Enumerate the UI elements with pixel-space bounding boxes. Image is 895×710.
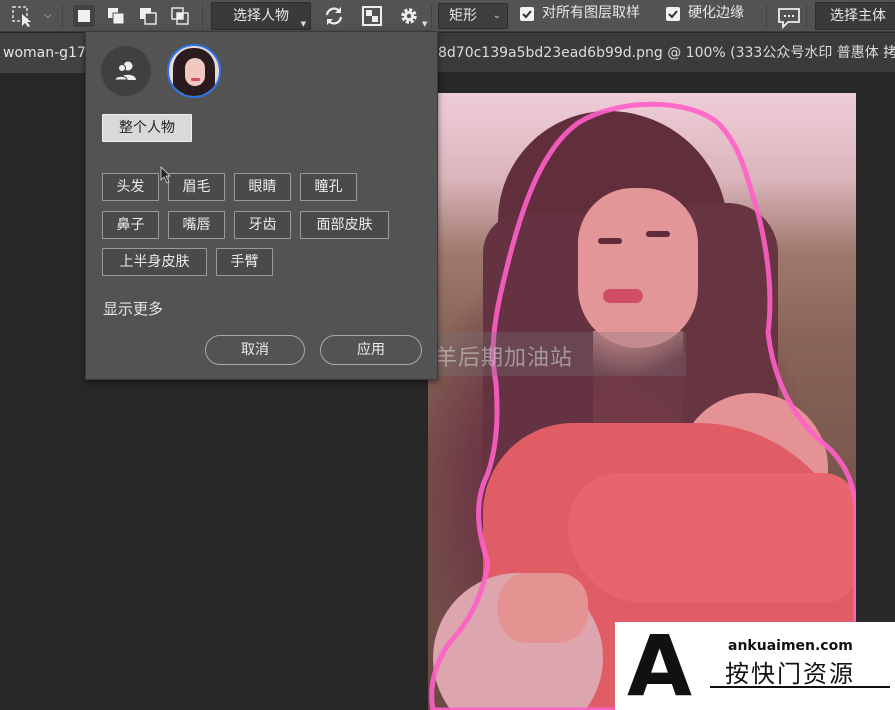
feature-button-nose[interactable]: 鼻子 bbox=[102, 211, 159, 239]
chevron-down-icon: ⌵ bbox=[44, 10, 52, 21]
sample-all-layers-label[interactable]: 对所有图层取样 bbox=[542, 3, 640, 23]
chevron-down-icon: ⌄ bbox=[492, 10, 501, 21]
logo-chinese-name: 按快门资源 bbox=[725, 660, 855, 688]
add-selection-icon bbox=[108, 8, 125, 25]
checker-mask-icon bbox=[362, 6, 382, 26]
feature-button-eyebrows[interactable]: 眉毛 bbox=[168, 173, 225, 201]
logo-underline bbox=[710, 686, 890, 688]
feature-button-hair[interactable]: 头发 bbox=[102, 173, 159, 201]
detected-person-avatar[interactable] bbox=[167, 44, 221, 98]
options-bar: ⌵ 选择人物 ▼ ▼ 矩形 ⌄ 对所有图层取样 硬化边缘 选择主体 bbox=[0, 0, 895, 32]
tool-preset-picker[interactable]: ⌵ bbox=[8, 4, 52, 28]
feature-button-lips[interactable]: 嘴唇 bbox=[168, 211, 225, 239]
harden-edge-checkbox[interactable] bbox=[666, 7, 680, 21]
refresh-icon bbox=[325, 7, 343, 25]
sample-all-layers-checkbox[interactable] bbox=[520, 7, 534, 21]
harden-edge-label[interactable]: 硬化边缘 bbox=[688, 3, 744, 23]
new-selection-icon bbox=[78, 10, 90, 22]
apply-button[interactable]: 应用 bbox=[320, 335, 422, 365]
subtract-selection-icon bbox=[140, 8, 157, 25]
shape-select[interactable]: 矩形 ⌄ bbox=[438, 3, 508, 29]
comment-button[interactable] bbox=[776, 4, 800, 30]
logo-domain: ankuaimen.com bbox=[728, 638, 853, 654]
document-tab-woman[interactable]: woman-g17 bbox=[0, 33, 90, 73]
checkmark-icon bbox=[522, 10, 532, 19]
refresh-button[interactable] bbox=[322, 4, 346, 28]
gear-icon bbox=[401, 8, 417, 24]
settings-button[interactable] bbox=[397, 4, 421, 28]
feature-button-arms[interactable]: 手臂 bbox=[216, 248, 273, 276]
mask-button[interactable] bbox=[360, 4, 384, 28]
people-icon bbox=[114, 61, 136, 81]
cancel-button[interactable]: 取消 bbox=[205, 335, 305, 365]
select-subject-button[interactable]: 选择主体 bbox=[815, 2, 895, 30]
chevron-down-icon: ▼ bbox=[422, 20, 428, 28]
mouse-cursor-icon bbox=[160, 166, 171, 184]
checkmark-icon bbox=[668, 10, 678, 19]
chevron-down-icon: ▼ bbox=[300, 20, 306, 28]
feature-button-upper-body-skin[interactable]: 上半身皮肤 bbox=[102, 248, 207, 276]
feature-button-facial-skin[interactable]: 面部皮肤 bbox=[300, 211, 389, 239]
marquee-person-icon bbox=[12, 6, 31, 27]
document-tab-active[interactable]: 8d70c139a5bd23ead6b99d.png @ 100% (333公众… bbox=[438, 33, 895, 73]
select-people-dropdown[interactable]: 选择人物 ▼ bbox=[211, 2, 311, 30]
select-people-label: 选择人物 bbox=[233, 8, 289, 24]
feature-button-pupils[interactable]: 瞳孔 bbox=[300, 173, 357, 201]
feature-button-eyes[interactable]: 眼睛 bbox=[234, 173, 291, 201]
new-selection-button[interactable] bbox=[73, 5, 95, 27]
show-more-link[interactable]: 显示更多 bbox=[103, 298, 163, 319]
select-people-popup: 整个人物 头发 眉毛 眼睛 瞳孔 鼻子 嘴唇 牙齿 面部皮肤 上半身皮肤 手臂 … bbox=[85, 31, 438, 380]
speech-bubble-icon bbox=[778, 8, 800, 30]
whole-person-button[interactable]: 整个人物 bbox=[102, 114, 192, 142]
logo-letter: A bbox=[627, 617, 693, 710]
add-to-selection-button[interactable] bbox=[105, 5, 127, 27]
photoshop-window: ⌵ 选择人物 ▼ ▼ 矩形 ⌄ 对所有图层取样 硬化边缘 选择主体 woman-… bbox=[0, 0, 895, 710]
shape-select-value: 矩形 bbox=[449, 8, 477, 24]
intersect-selection-button[interactable] bbox=[169, 5, 191, 27]
intersect-selection-icon bbox=[171, 7, 189, 25]
subtract-from-selection-button[interactable] bbox=[137, 5, 159, 27]
feature-button-teeth[interactable]: 牙齿 bbox=[234, 211, 291, 239]
generic-person-button[interactable] bbox=[101, 46, 151, 96]
site-logo: A ankuaimen.com 按快门资源 bbox=[615, 622, 895, 710]
